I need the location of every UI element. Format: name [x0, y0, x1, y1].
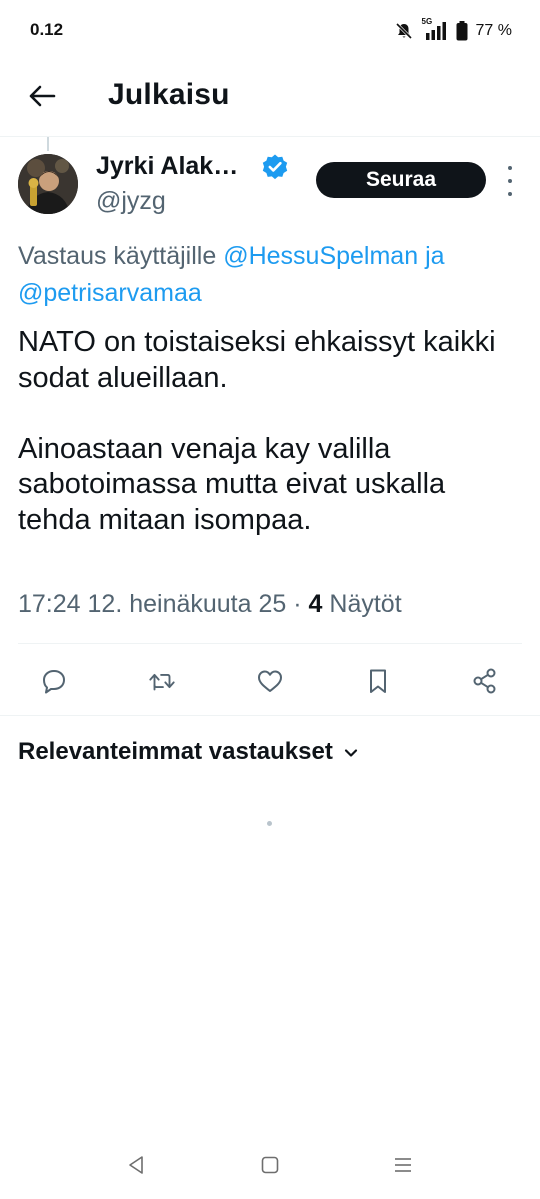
post-paragraph: NATO on toistaiseksi ehkaissyt kaikki so… — [18, 326, 496, 394]
replies-sort-label: Relevanteimmat vastaukset — [18, 738, 333, 765]
meta-separator: · — [293, 590, 302, 618]
nav-home-icon[interactable] — [258, 1153, 282, 1177]
mention-link[interactable]: @HessuSpelman — [223, 242, 418, 270]
signal-icon: 5G — [422, 17, 448, 41]
chevron-down-icon — [343, 738, 359, 766]
mute-icon — [394, 21, 414, 41]
more-vertical-icon[interactable] — [500, 166, 520, 196]
battery-icon — [456, 21, 468, 41]
arrow-left-icon[interactable] — [26, 80, 58, 112]
heart-icon[interactable] — [255, 666, 285, 696]
mention-link[interactable]: @petrisarvamaa — [18, 279, 202, 307]
post-paragraph: Ainoastaan venaja kay valilla sabotoimas… — [18, 432, 446, 536]
status-time: 0.12 — [30, 20, 64, 39]
nav-back-icon[interactable] — [124, 1153, 148, 1177]
page-title: Julkaisu — [108, 78, 230, 111]
header-divider — [0, 136, 540, 137]
verified-badge-icon — [261, 153, 289, 181]
views-label: Näytöt — [329, 590, 402, 618]
comment-icon[interactable] — [39, 666, 69, 696]
post-timestamp[interactable]: 17:24 12. heinäkuuta 25 — [18, 590, 286, 618]
repost-icon[interactable] — [147, 666, 177, 696]
replies-sort-button[interactable]: Relevanteimmat vastaukset — [18, 738, 359, 766]
reply-context: Vastaus käyttäjille @HessuSpelman ja @pe… — [18, 238, 528, 312]
follow-button[interactable]: Seuraa — [316, 162, 486, 198]
share-icon[interactable] — [470, 666, 500, 696]
thread-connector-line — [47, 137, 49, 151]
post-meta: 17:24 12. heinäkuuta 25 · 4 Näytöt — [18, 590, 402, 619]
actions-divider — [0, 715, 540, 716]
mention-conjunction: ja — [425, 242, 445, 270]
author-name[interactable]: Jyrki Alak… — [96, 152, 238, 181]
reply-prefix: Vastaus käyttäjille — [18, 242, 217, 270]
meta-divider — [18, 643, 522, 644]
views-count: 4 — [308, 590, 323, 618]
status-icons: 5G 77 % — [394, 17, 512, 42]
author-handle[interactable]: @jyzg — [96, 187, 166, 216]
post-text: NATO on toistaiseksi ehkaissyt kaikki so… — [18, 325, 523, 538]
loading-indicator — [267, 821, 272, 826]
battery-percent: 77 % — [475, 22, 512, 39]
bookmark-icon[interactable] — [363, 666, 393, 696]
avatar[interactable] — [18, 154, 78, 214]
nav-recents-icon[interactable] — [391, 1153, 415, 1177]
